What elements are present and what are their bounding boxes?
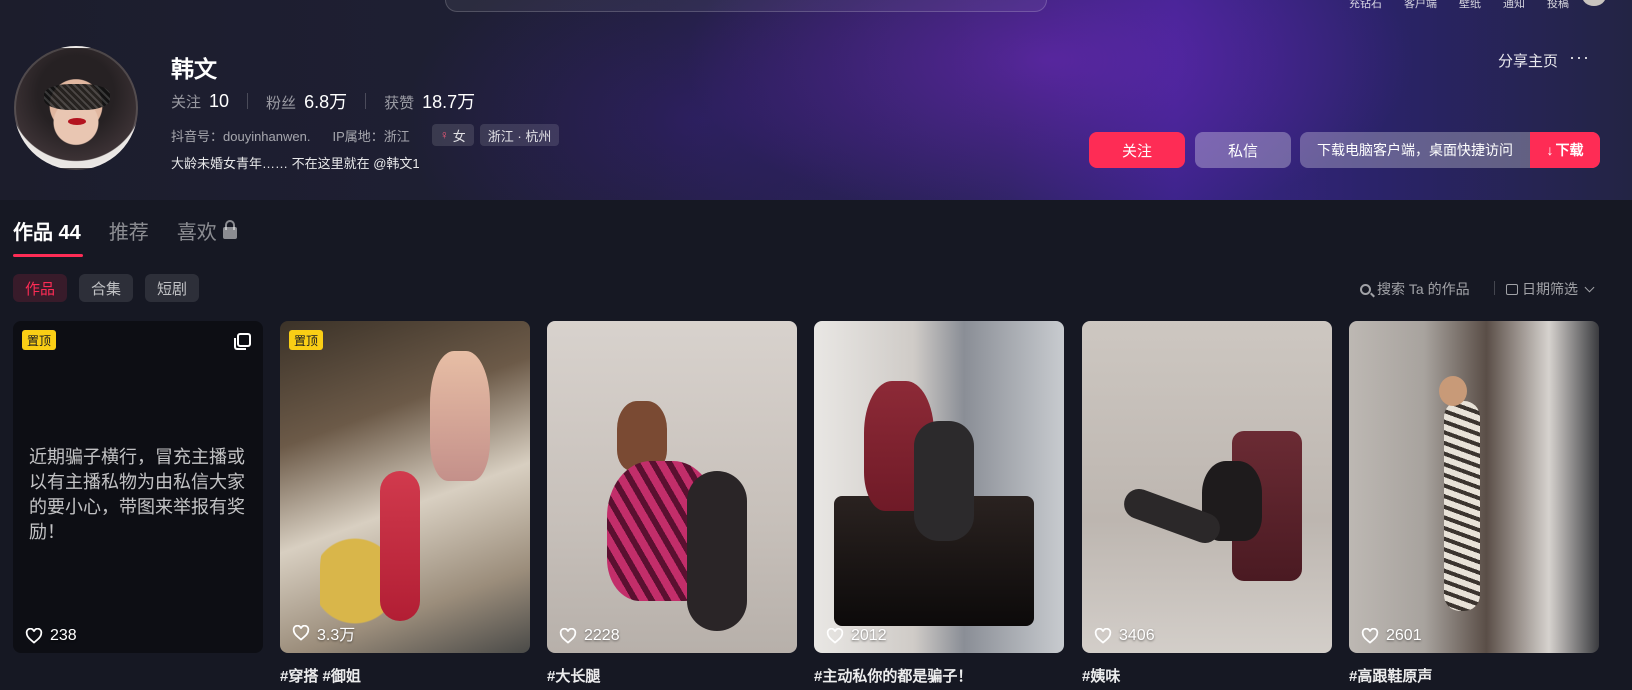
stat-value: 18.7万	[422, 92, 476, 112]
stat-label: 关注	[171, 93, 202, 111]
stat-label: 获赞	[384, 95, 415, 112]
profile-page: 充钻石 客户端 壁纸 通知 投稿 韩文 关注 10 粉丝 6.8万 获赞 18.…	[0, 0, 1632, 690]
search-icon	[1360, 283, 1371, 295]
like-count-value: 3.3万	[317, 627, 356, 644]
female-icon: ♀	[439, 128, 449, 142]
tab-recommended[interactable]: 推荐	[109, 216, 149, 245]
video-caption[interactable]: #姨味	[1082, 665, 1120, 686]
subtab-works[interactable]: 作品	[13, 274, 68, 302]
heart-icon	[826, 628, 844, 644]
topnav-recharge[interactable]: 充钻石	[1349, 0, 1382, 11]
search-works-button[interactable]: 搜索 Ta 的作品	[1360, 279, 1470, 299]
figure-leg-detail	[687, 471, 747, 631]
figure-detail	[430, 351, 490, 481]
like-count: 2012	[826, 627, 887, 645]
tab-liked[interactable]: 喜欢	[177, 216, 237, 245]
sub-tabs: 作品 合集 短剧	[13, 274, 200, 302]
lock-icon	[222, 220, 237, 239]
stat-followers[interactable]: 粉丝 6.8万	[266, 88, 347, 114]
download-prompt[interactable]: 下载电脑客户端，桌面快捷访问	[1300, 132, 1530, 168]
like-count-value: 2601	[1386, 627, 1422, 644]
top-search-bar[interactable]	[445, 0, 1047, 12]
figure-leg-detail	[380, 471, 420, 621]
profile-stats: 关注 10 粉丝 6.8万 获赞 18.7万	[171, 88, 475, 114]
stat-value: 10	[209, 90, 230, 111]
topnav-client[interactable]: 客户端	[1404, 0, 1437, 11]
top-nav: 充钻石 客户端 壁纸 通知 投稿	[1349, 0, 1569, 11]
date-filter-label: 日期筛选	[1522, 281, 1578, 297]
douyin-id: 抖音号：douyinhanwen.	[171, 128, 311, 144]
like-count-value: 2012	[851, 627, 887, 644]
gender-tag: ♀ 女	[431, 124, 474, 146]
video-card[interactable]: 2012	[814, 321, 1064, 653]
like-count: 3.3万	[292, 621, 355, 645]
date-filter-dropdown[interactable]: 日期筛选	[1506, 279, 1595, 299]
tab-liked-label: 喜欢	[176, 222, 217, 244]
stat-likes: 获赞 18.7万	[384, 88, 475, 114]
stat-value: 6.8万	[304, 92, 348, 112]
heart-icon	[292, 625, 310, 641]
video-caption[interactable]: #大长腿	[547, 665, 600, 686]
download-client-banner: 下载电脑客户端，桌面快捷访问 ↓ 下载	[1300, 132, 1600, 168]
location-tag: 浙江 · 杭州	[479, 124, 560, 146]
share-profile-button[interactable]: 分享主页	[1498, 50, 1558, 71]
video-card[interactable]: 3406	[1082, 321, 1332, 653]
figure-leg-detail	[914, 421, 974, 541]
message-button[interactable]: 私信	[1195, 132, 1291, 168]
like-count: 2601	[1361, 627, 1422, 645]
pinned-badge: 置顶	[289, 330, 324, 350]
video-caption[interactable]: #高跟鞋原声	[1349, 665, 1432, 686]
subtab-short-dramas[interactable]: 短剧	[145, 274, 200, 302]
figure-dress-detail	[1444, 401, 1480, 611]
like-count: 3406	[1094, 627, 1155, 645]
video-card[interactable]: 置顶 3.3万	[280, 321, 530, 653]
download-icon: ↓	[1546, 142, 1554, 158]
topnav-upload[interactable]: 投稿	[1547, 0, 1569, 11]
search-works-label: 搜索 Ta 的作品	[1377, 281, 1470, 297]
like-count-value: 2228	[584, 627, 620, 644]
heart-icon	[1361, 628, 1379, 644]
pinned-badge: 置顶	[22, 330, 57, 350]
profile-meta: 抖音号：douyinhanwen. IP属地：浙江 ♀ 女 浙江 · 杭州	[171, 124, 565, 146]
like-count-value: 238	[50, 627, 77, 644]
divider	[1494, 281, 1495, 295]
video-caption[interactable]: #主动私你的都是骗子！	[814, 665, 972, 686]
divider	[247, 93, 249, 109]
stat-following[interactable]: 关注 10	[171, 91, 229, 112]
heart-icon	[1094, 628, 1112, 644]
heart-icon	[559, 628, 577, 644]
avatar-lips-detail	[68, 118, 86, 125]
profile-name: 韩文	[171, 56, 217, 82]
video-card[interactable]: 置顶 近期骗子横行，冒充主播或以有主播私物为由私信大家的要小心，带图来举报有奖励…	[13, 321, 263, 653]
video-card[interactable]: 2601	[1349, 321, 1599, 653]
profile-tabs: 作品 44 推荐 喜欢	[13, 216, 237, 245]
subtab-collections[interactable]: 合集	[79, 274, 134, 302]
divider	[365, 93, 367, 109]
ip-location: IP属地：浙江	[332, 128, 410, 144]
figure-head-detail	[1439, 376, 1467, 406]
video-card[interactable]: 2228	[547, 321, 797, 653]
multi-image-icon	[234, 333, 251, 350]
active-tab-indicator	[13, 254, 83, 257]
profile-bio: 大龄未婚女青年…… 不在这里就在 @韩文1	[171, 156, 420, 171]
follow-button[interactable]: 关注	[1089, 132, 1185, 168]
download-label: 下载	[1555, 142, 1584, 158]
topnav-wallpaper[interactable]: 壁纸	[1459, 0, 1481, 11]
stat-label: 粉丝	[266, 95, 297, 112]
video-caption[interactable]: #穿搭 #御姐	[280, 665, 361, 686]
tab-works[interactable]: 作品 44	[13, 216, 81, 245]
topnav-notifications[interactable]: 通知	[1503, 0, 1525, 11]
notice-text: 近期骗子横行，冒充主播或以有主播私物为由私信大家的要小心，带图来举报有奖励！	[29, 447, 245, 542]
chevron-down-icon	[1584, 282, 1595, 292]
calendar-icon	[1506, 283, 1518, 295]
avatar-mask-detail	[44, 84, 110, 110]
gender-label: 女	[452, 128, 466, 144]
like-count: 2228	[559, 627, 620, 645]
like-count-value: 3406	[1119, 627, 1155, 644]
download-button[interactable]: ↓ 下载	[1530, 132, 1600, 168]
avatar[interactable]	[14, 46, 138, 170]
heart-icon	[25, 628, 43, 644]
more-options-icon[interactable]: ···	[1569, 47, 1590, 68]
like-count: 238	[25, 627, 77, 645]
